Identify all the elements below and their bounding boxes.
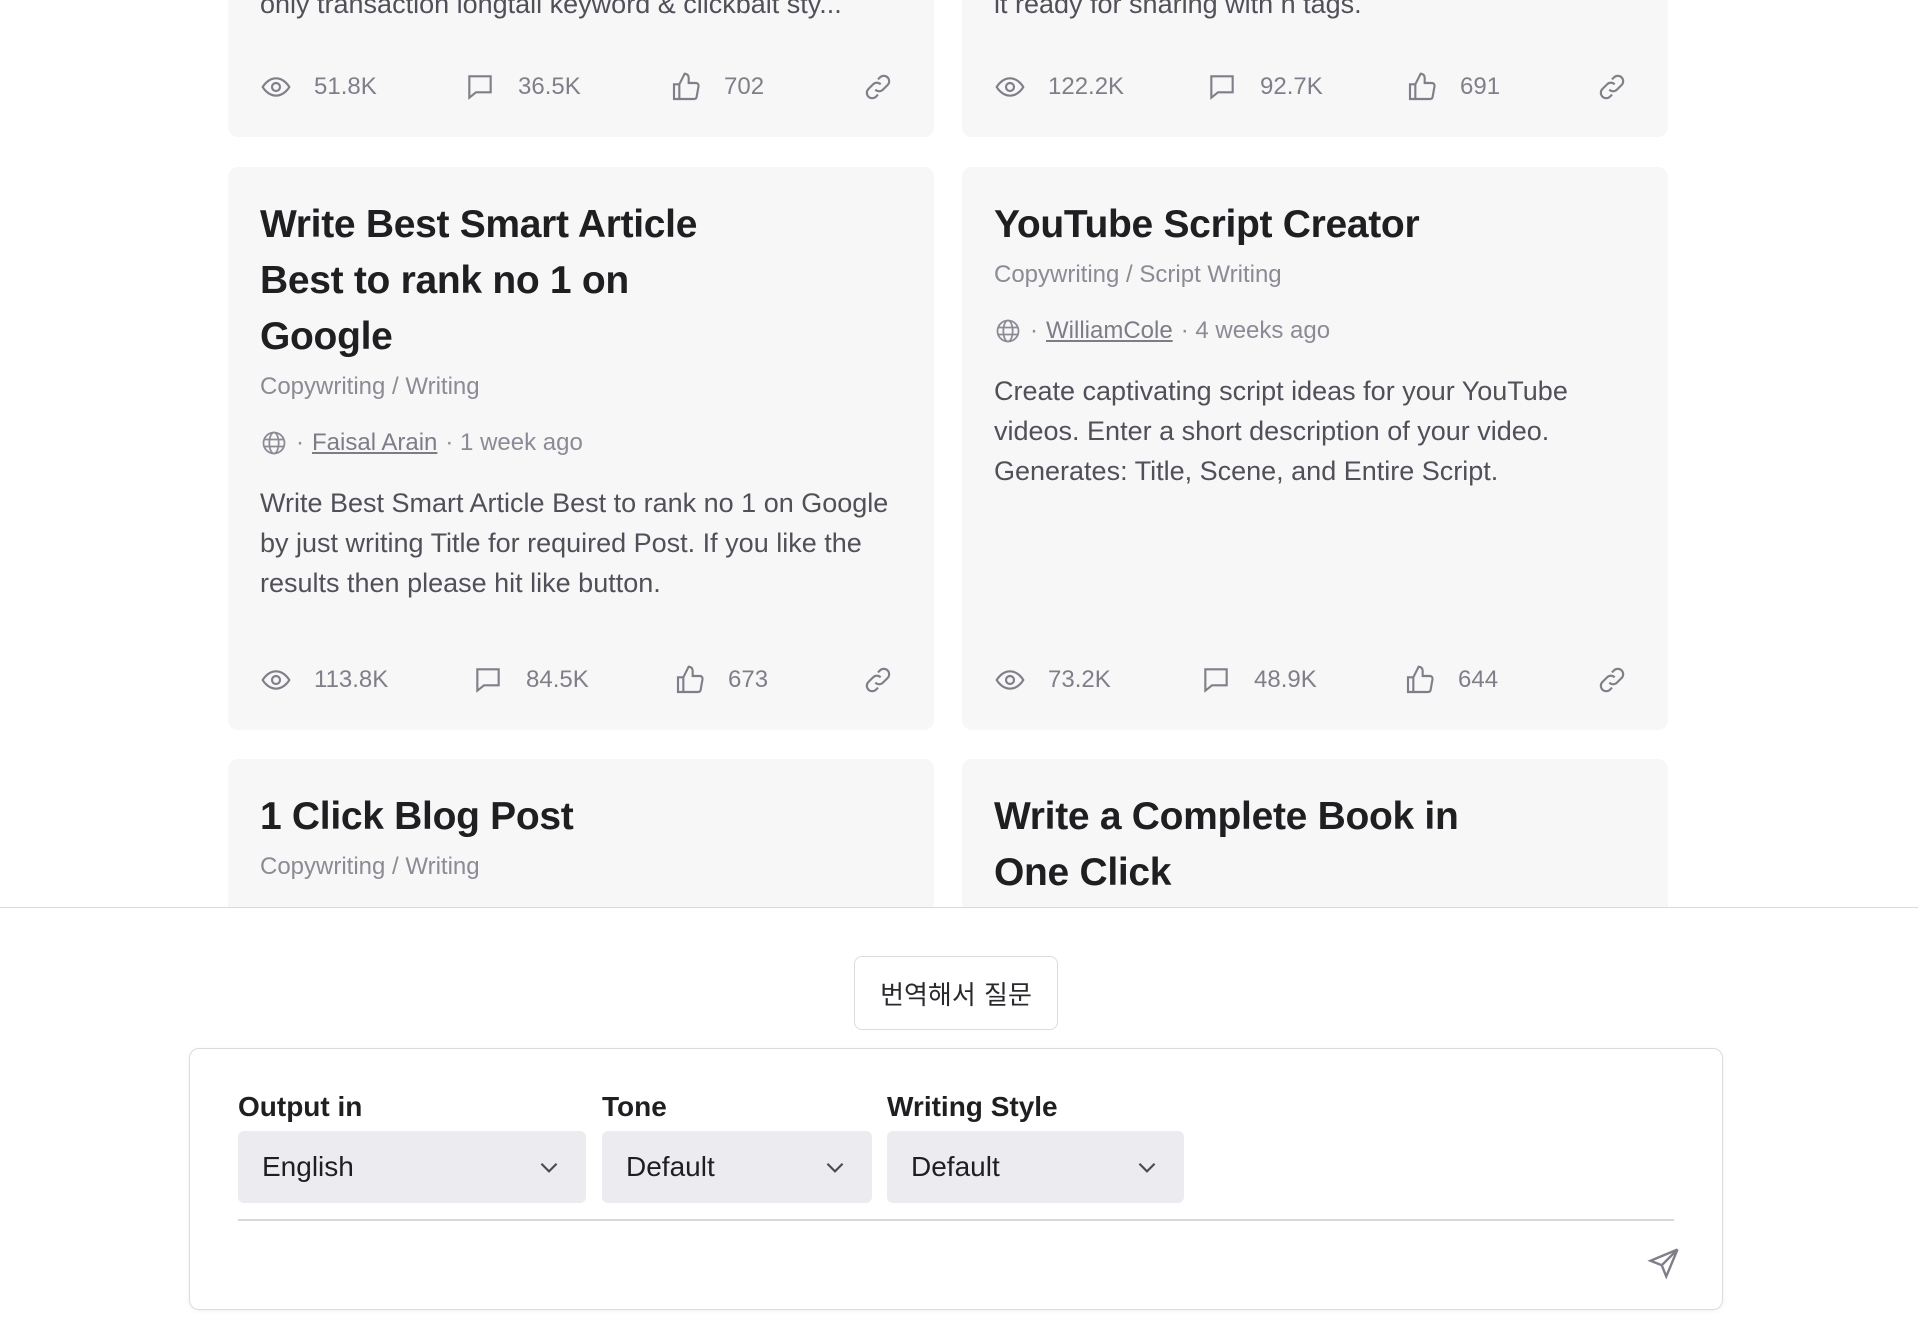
- like-button[interactable]: 702: [670, 59, 764, 115]
- tone-value: Default: [626, 1151, 715, 1182]
- views-count: 122.2K: [1048, 73, 1125, 100]
- like-button[interactable]: 691: [1406, 59, 1500, 115]
- tone-label: Tone: [602, 1091, 667, 1122]
- comments-stat: 84.5K: [472, 652, 589, 708]
- send-icon[interactable]: [1646, 1245, 1682, 1281]
- link-icon[interactable]: [1596, 664, 1628, 696]
- link-icon[interactable]: [862, 664, 894, 696]
- likes-count: 673: [728, 666, 769, 693]
- views-count: 51.8K: [314, 73, 377, 100]
- prompt-card[interactable]: Write Best Smart Article Best to rank no…: [228, 167, 934, 730]
- comment-icon: [1204, 668, 1228, 693]
- eye-icon: [995, 670, 1025, 690]
- thumbs-up-icon: [672, 72, 700, 101]
- card-stats: 113.8K 84.5K 673: [260, 652, 902, 708]
- card-title[interactable]: YouTube Script Creator: [994, 197, 1636, 253]
- card-meta: · Faisal Arain · 1 week ago: [260, 427, 902, 459]
- chevron-down-icon: [1138, 1162, 1156, 1173]
- post-time: · 4 weeks ago: [1180, 317, 1331, 344]
- card-title-line: Write Best Smart Article: [260, 203, 698, 246]
- views-count: 113.8K: [314, 666, 389, 693]
- prompt-card[interactable]: it ready for sharing with h tags. 122.2K…: [962, 0, 1668, 137]
- output-language-field: Output in English: [238, 1089, 586, 1203]
- globe-icon: [996, 319, 1020, 343]
- card-category: Copywriting / Writing: [260, 373, 480, 400]
- meta-separator: ·: [1030, 317, 1038, 344]
- likes-count: 691: [1460, 73, 1501, 100]
- link-icon[interactable]: [1596, 71, 1628, 103]
- output-language-select[interactable]: English: [238, 1131, 586, 1203]
- views-count: 73.2K: [1048, 666, 1111, 693]
- translate-ask-button[interactable]: 번역해서 질문: [854, 956, 1058, 1030]
- prompt-composer: Output in English Tone Default Writing S…: [189, 1048, 1723, 1310]
- card-title-line: Write a Complete Book in: [994, 795, 1459, 838]
- card-description: Create captivating script ideas for your…: [994, 376, 1568, 486]
- views-stat: 51.8K: [260, 59, 377, 115]
- like-button[interactable]: 673: [674, 652, 768, 708]
- globe-icon: [262, 431, 286, 455]
- writing-style-field: Writing Style Default: [887, 1089, 1184, 1203]
- prompt-card[interactable]: Write a Complete Book in One Click: [962, 759, 1668, 907]
- writing-style-select[interactable]: Default: [887, 1131, 1184, 1203]
- card-title[interactable]: Write Best Smart Article Best to rank no…: [260, 197, 902, 365]
- views-stat: 122.2K: [994, 59, 1124, 115]
- comment-icon: [468, 75, 492, 100]
- chevron-down-icon: [826, 1162, 844, 1173]
- output-language-label: Output in: [238, 1091, 363, 1122]
- prompt-feed: only transaction longtail keyword & clic…: [0, 0, 1918, 907]
- views-stat: 73.2K: [994, 652, 1111, 708]
- likes-count: 702: [724, 73, 765, 100]
- comments-count: 92.7K: [1260, 73, 1323, 100]
- card-description: Write Best Smart Article Best to rank no…: [260, 488, 889, 598]
- comments-stat: 36.5K: [464, 59, 581, 115]
- comments-count: 84.5K: [526, 666, 589, 693]
- chevron-down-icon: [540, 1162, 558, 1173]
- card-title[interactable]: 1 Click Blog Post: [260, 789, 902, 845]
- writing-style-value: Default: [911, 1151, 1000, 1182]
- thumbs-up-icon: [1406, 665, 1434, 694]
- like-button[interactable]: 644: [1404, 652, 1498, 708]
- eye-icon: [261, 670, 291, 690]
- tone-select[interactable]: Default: [602, 1131, 872, 1203]
- composer-separator: [238, 1219, 1674, 1221]
- card-category: Copywriting / Script Writing: [994, 261, 1282, 288]
- post-time: · 1 week ago: [445, 429, 583, 456]
- card-title-line: Best to rank no 1 on: [260, 259, 629, 302]
- author-link[interactable]: WilliamCole: [1046, 315, 1173, 347]
- composer-area: 번역해서 질문 Output in English Tone Default W…: [0, 908, 1918, 1336]
- views-stat: 113.8K: [260, 652, 388, 708]
- meta-separator: ·: [296, 429, 304, 456]
- thumbs-up-icon: [676, 665, 704, 694]
- tone-field: Tone Default: [602, 1089, 872, 1203]
- card-title-line: One Click: [994, 851, 1172, 894]
- output-language-value: English: [262, 1151, 354, 1182]
- eye-icon: [995, 77, 1025, 97]
- comment-icon: [476, 668, 500, 693]
- thumbs-up-icon: [1408, 72, 1436, 101]
- card-title[interactable]: Write a Complete Book in One Click: [994, 789, 1636, 901]
- card-stats: 73.2K 48.9K 644: [994, 652, 1636, 708]
- card-title-line: Google: [260, 315, 393, 358]
- card-description: only transaction longtail keyword & clic…: [260, 0, 842, 19]
- link-icon[interactable]: [862, 71, 894, 103]
- eye-icon: [261, 77, 291, 97]
- comment-icon: [1210, 75, 1234, 100]
- card-category: Copywriting / Writing: [260, 853, 480, 880]
- comments-count: 48.9K: [1254, 666, 1317, 693]
- prompt-card[interactable]: only transaction longtail keyword & clic…: [228, 0, 934, 137]
- prompt-card[interactable]: 1 Click Blog Post Copywriting / Writing: [228, 759, 934, 907]
- card-stats: 51.8K 36.5K 702: [260, 59, 902, 115]
- comments-count: 36.5K: [518, 73, 581, 100]
- card-description: it ready for sharing with h tags.: [994, 0, 1362, 19]
- card-meta: · WilliamCole · 4 weeks ago: [994, 315, 1636, 347]
- writing-style-label: Writing Style: [887, 1091, 1058, 1122]
- likes-count: 644: [1458, 666, 1499, 693]
- prompt-card[interactable]: YouTube Script Creator Copywriting / Scr…: [962, 167, 1668, 730]
- card-stats: 122.2K 92.7K 691: [994, 59, 1636, 115]
- author-link[interactable]: Faisal Arain: [312, 427, 437, 459]
- comments-stat: 48.9K: [1200, 652, 1317, 708]
- comments-stat: 92.7K: [1206, 59, 1323, 115]
